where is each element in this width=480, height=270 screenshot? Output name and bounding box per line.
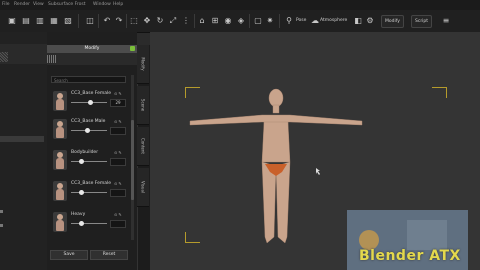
toolbar-divider [194, 14, 195, 28]
tab-visual[interactable]: Visual [137, 168, 149, 207]
scale-icon[interactable]: ⤢ [167, 15, 179, 27]
toolbar-divider [279, 14, 280, 28]
character-thumbnail [53, 119, 67, 139]
move-icon[interactable]: ✥ [141, 15, 153, 27]
tab-scene[interactable]: Scene [137, 86, 149, 125]
toolbar-divider [126, 14, 127, 28]
morph-slider[interactable] [71, 223, 107, 224]
value-field[interactable]: 29 [110, 99, 126, 107]
toolbar-divider [78, 14, 79, 28]
menu-render[interactable]: Render [14, 1, 30, 9]
cube-icon[interactable]: ▢ [252, 15, 264, 27]
menu-bar: File Render View Subsurface Frost Window… [0, 0, 480, 10]
menu-help[interactable]: Help [113, 1, 123, 9]
tool-a-icon[interactable]: ◫ [84, 15, 96, 27]
panel-title: Modify [84, 46, 100, 51]
slider-knob[interactable] [84, 128, 90, 133]
script-button[interactable]: Script [411, 15, 433, 28]
reset-button[interactable]: Reset [90, 250, 128, 260]
toolbar-divider [249, 14, 250, 28]
open-icon[interactable]: ▤ [20, 15, 32, 27]
slider-knob[interactable] [79, 221, 85, 226]
search-input[interactable]: Search [51, 76, 126, 83]
value-field[interactable] [110, 127, 126, 135]
camera-icon[interactable]: ◉ [222, 15, 234, 27]
panel-header: Modify [47, 45, 137, 53]
tab-label: Visual [140, 181, 146, 193]
panel-subheader [47, 53, 137, 65]
item-actions-icon[interactable]: ⊙✎ [114, 150, 123, 155]
checker-icon [47, 55, 57, 63]
item-actions-icon[interactable]: ⊙✎ [114, 91, 123, 96]
menu-icon[interactable]: ≡ [440, 15, 452, 27]
toolbar-divider [98, 14, 99, 28]
pose-icon[interactable]: ⚲ [283, 15, 295, 27]
redo-icon[interactable]: ↷ [113, 15, 125, 27]
item-actions-icon[interactable]: ⊙✎ [114, 119, 123, 124]
undo-icon[interactable]: ↶ [101, 15, 113, 27]
value-field[interactable] [110, 158, 126, 166]
rotate-icon[interactable]: ↻ [154, 15, 166, 27]
slider-knob[interactable] [79, 190, 85, 195]
item-label: Heavy [71, 212, 86, 217]
list-item[interactable]: CC3_Base Female ⊙✎ 29 [51, 88, 131, 116]
save-button[interactable]: Save [50, 250, 88, 260]
item-actions-icon[interactable]: ⊙✎ [114, 181, 123, 186]
sidebar-marker [0, 210, 3, 213]
morph-slider[interactable] [71, 192, 107, 193]
sidebar-marker [0, 224, 3, 227]
home-icon[interactable]: ⌂ [196, 15, 208, 27]
save-icon[interactable]: ▥ [34, 15, 46, 27]
snap-icon[interactable]: ⋮ [180, 15, 192, 27]
scrollbar-thumb[interactable] [131, 120, 134, 200]
tab-content[interactable]: Content [137, 127, 149, 166]
panel-status-icon[interactable] [130, 46, 135, 51]
select-icon[interactable]: ⬚ [128, 15, 140, 27]
item-label: CC3_Base Male [71, 119, 106, 124]
view-icon[interactable]: ◈ [235, 15, 247, 27]
list-item[interactable]: CC3_Base Male ⊙✎ [51, 116, 131, 144]
character-thumbnail [53, 212, 67, 232]
tab-modify[interactable]: Modify [137, 45, 149, 84]
atmosphere-button[interactable]: Atmosphere [320, 16, 347, 26]
folder-icon[interactable]: ▣ [6, 15, 18, 27]
list-item[interactable]: CC3_Base Female ⊙✎ [51, 178, 131, 206]
character-thumbnail [53, 150, 67, 170]
item-label: CC3_Base Female [71, 181, 112, 186]
watermark-overlay: Blender ATX [347, 210, 468, 270]
list-item[interactable]: Heavy ⊙✎ [51, 209, 131, 237]
tab-label: Scene [140, 98, 146, 112]
menu-view[interactable]: View [33, 1, 44, 9]
watermark-text: Blender ATX [359, 248, 461, 264]
modify-button[interactable]: Modify [381, 15, 404, 28]
character-thumbnail [53, 91, 67, 111]
cursor-icon [316, 168, 320, 175]
left-sidebar [0, 32, 47, 270]
item-label: Bodybuilder [71, 150, 99, 155]
list-item[interactable]: Bodybuilder ⊙✎ [51, 147, 131, 175]
slider-knob[interactable] [79, 159, 85, 164]
toolbar: ▣ ▤ ▥ ▦ ▧ ◫ ↶ ↷ ⬚ ✥ ↻ ⤢ ⋮ ⌂ ⊞ ◉ ◈ ▢ ✷ ⚲ … [0, 10, 480, 33]
menu-file[interactable]: File [2, 1, 10, 9]
light-icon[interactable]: ✷ [264, 15, 276, 27]
settings-icon[interactable]: ⚙ [364, 15, 376, 27]
item-actions-icon[interactable]: ⊙✎ [114, 212, 123, 217]
export-icon[interactable]: ▧ [62, 15, 74, 27]
tab-label: Modify [140, 57, 146, 71]
render-icon[interactable]: ◧ [352, 15, 364, 27]
tab-label: Content [140, 138, 146, 154]
pattern-icon [0, 52, 8, 62]
item-label: CC3_Base Female [71, 91, 112, 96]
morph-slider[interactable] [71, 161, 107, 162]
value-field[interactable] [110, 189, 126, 197]
grid-icon[interactable]: ⊞ [209, 15, 221, 27]
value-field[interactable] [110, 220, 126, 228]
sidebar-selected-row[interactable] [0, 136, 44, 142]
import-icon[interactable]: ▦ [48, 15, 60, 27]
pose-button[interactable]: Pose [296, 16, 306, 26]
menu-window[interactable]: Window [93, 1, 111, 9]
menu-subsurface[interactable]: Subsurface Frost [48, 1, 86, 9]
slider-knob[interactable] [88, 100, 94, 105]
character-thumbnail [53, 181, 67, 201]
